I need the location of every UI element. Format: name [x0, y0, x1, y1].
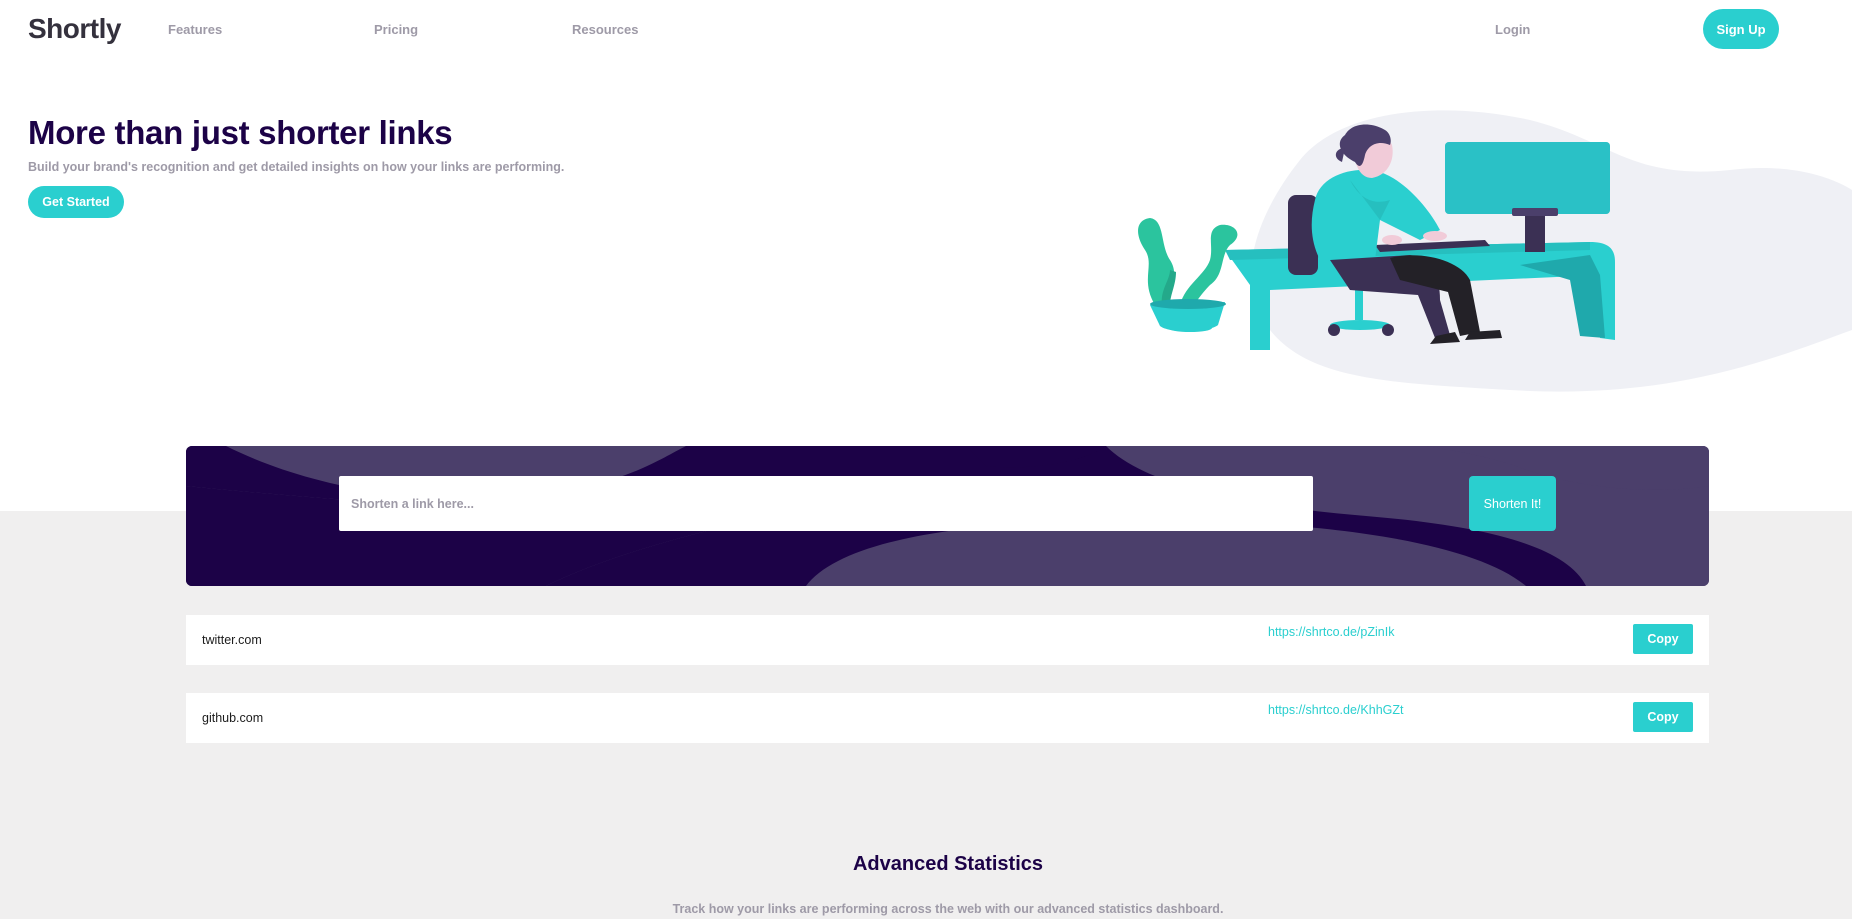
statistics-subtitle: Track how your links are performing acro…: [672, 902, 1224, 916]
shortened-link-row: twitter.com https://shrtco.de/pZinIk Cop…: [186, 615, 1709, 665]
statistics-title: Advanced Statistics: [852, 853, 1044, 875]
original-url: twitter.com: [202, 633, 262, 647]
shortened-link-row: github.com https://shrtco.de/KhhGZt Copy: [186, 693, 1709, 743]
get-started-button[interactable]: Get Started: [28, 186, 124, 218]
top-nav: Shortly Features Pricing Resources Login…: [0, 0, 1852, 60]
hero-title: More than just shorter links: [28, 114, 453, 151]
nav-link-pricing[interactable]: Pricing: [374, 22, 418, 37]
copy-button[interactable]: Copy: [1633, 702, 1693, 732]
copy-button[interactable]: Copy: [1633, 624, 1693, 654]
nav-link-resources[interactable]: Resources: [572, 22, 638, 37]
shorten-url-input[interactable]: [339, 476, 1313, 531]
person-working-illustration: [1138, 110, 1852, 392]
short-url[interactable]: https://shrtco.de/KhhGZt: [1268, 703, 1403, 717]
shorten-button[interactable]: Shorten It!: [1469, 476, 1556, 531]
shorten-form: Shorten It!: [186, 446, 1709, 586]
nav-link-features[interactable]: Features: [168, 22, 222, 37]
original-url: github.com: [202, 711, 264, 725]
short-url[interactable]: https://shrtco.de/pZinIk: [1268, 625, 1394, 639]
login-link[interactable]: Login: [1495, 22, 1530, 37]
signup-button[interactable]: Sign Up: [1703, 9, 1779, 49]
hero-subtitle: Build your brand's recognition and get d…: [28, 160, 565, 174]
logo[interactable]: Shortly: [28, 13, 121, 45]
